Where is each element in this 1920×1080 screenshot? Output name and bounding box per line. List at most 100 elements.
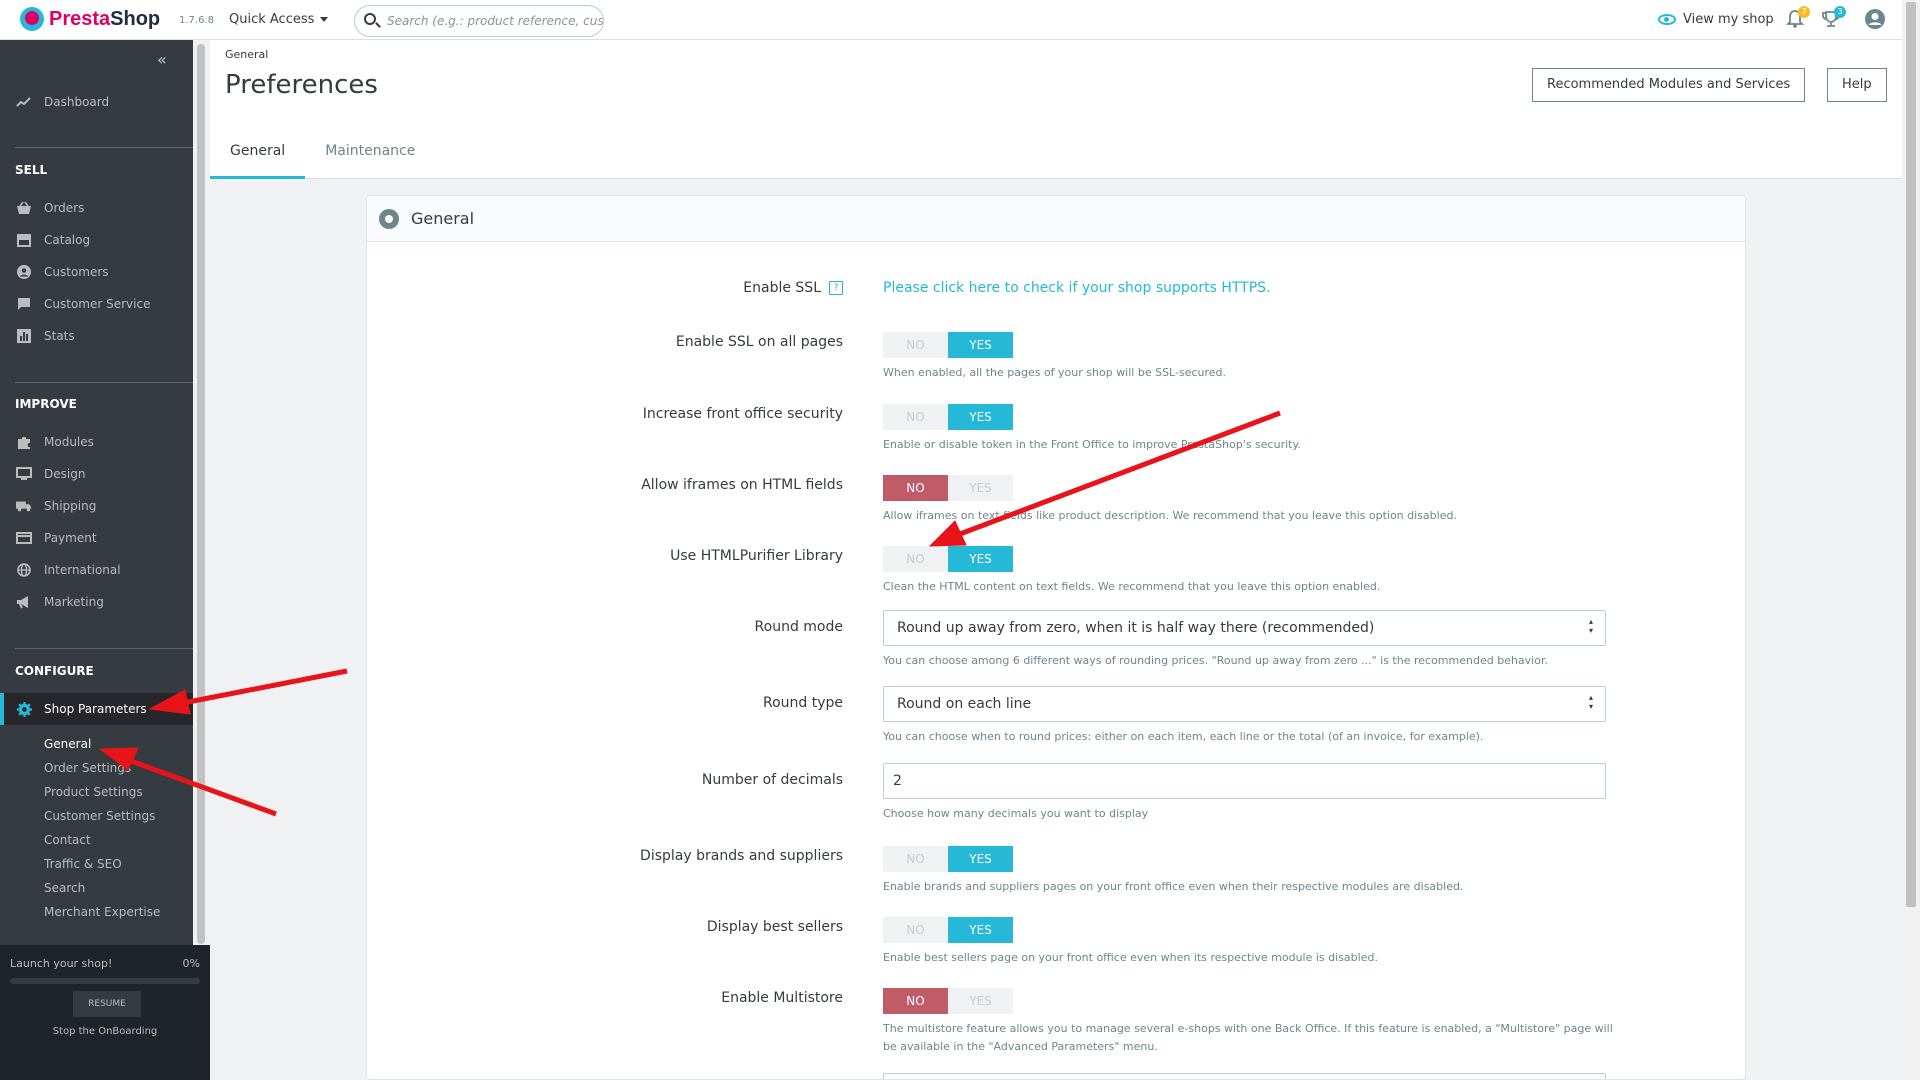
stop-onboarding-link[interactable]: Stop the OnBoarding xyxy=(0,1026,210,1037)
sidebar-item-dashboard[interactable]: Dashboard xyxy=(0,92,193,112)
desktop-icon xyxy=(16,467,32,481)
switch-yes[interactable]: YES xyxy=(948,475,1013,501)
page-scroll-thumb[interactable] xyxy=(1906,2,1916,907)
sidebar-item-shop-parameters[interactable]: Shop Parameters xyxy=(0,693,193,725)
sidebar-item-international[interactable]: International xyxy=(0,560,193,580)
search-input[interactable]: Search (e.g.: product reference, custome… xyxy=(354,5,604,37)
sidebar-item-customer-service[interactable]: Customer Service xyxy=(0,294,193,314)
help-text: You can choose among 6 different ways of… xyxy=(883,654,1548,667)
field-label: Allow iframes on HTML fields xyxy=(641,477,843,493)
caret-down-icon xyxy=(320,17,329,22)
display-best-sellers-switch[interactable]: NO YES xyxy=(883,917,1013,943)
eye-icon xyxy=(1658,14,1676,25)
top-bar: PrestaShop 1.7.6.8 Quick Access Search (… xyxy=(0,0,1902,40)
sidebar-item-modules[interactable]: Modules xyxy=(0,432,193,452)
next-field-input[interactable] xyxy=(883,1073,1606,1079)
switch-no[interactable]: NO xyxy=(883,404,948,430)
sidebar-scroll-thumb[interactable] xyxy=(197,44,205,944)
sidebar-item-design[interactable]: Design xyxy=(0,464,193,484)
notifications-bell-icon[interactable]: 7 xyxy=(1784,6,1810,30)
onboarding-title: Launch your shop! xyxy=(10,957,113,970)
subnav-customer-settings[interactable]: Customer Settings xyxy=(44,809,155,823)
section-configure: CONFIGURE xyxy=(15,664,94,678)
switch-yes[interactable]: YES xyxy=(948,332,1013,358)
resume-button[interactable]: RESUME xyxy=(73,991,141,1017)
number-of-decimals-input[interactable]: 2 xyxy=(883,763,1606,799)
globe-icon xyxy=(16,563,32,577)
sidebar-scrollbar[interactable] xyxy=(193,40,210,1080)
round-mode-select[interactable]: Round up away from zero, when it is half… xyxy=(883,610,1606,646)
field-label: Round mode xyxy=(754,619,843,635)
sidebar-item-marketing[interactable]: Marketing xyxy=(0,592,193,612)
htmlpurifier-switch[interactable]: NO YES xyxy=(883,546,1013,572)
switch-no[interactable]: NO xyxy=(883,988,948,1014)
switch-no[interactable]: NO xyxy=(883,917,948,943)
recommended-modules-button[interactable]: Recommended Modules and Services xyxy=(1532,68,1806,102)
collapse-sidebar-icon[interactable]: « xyxy=(157,50,167,69)
quick-access-label: Quick Access xyxy=(229,12,315,27)
user-account-icon[interactable] xyxy=(1864,8,1886,30)
breadcrumb[interactable]: General xyxy=(225,48,268,61)
view-my-shop-link[interactable]: View my shop xyxy=(1658,12,1774,27)
divider xyxy=(15,648,193,649)
enable-multistore-switch[interactable]: NO YES xyxy=(883,988,1013,1014)
sidebar-item-payment[interactable]: Payment xyxy=(0,528,193,548)
search-icon xyxy=(364,13,376,25)
sidebar-item-shipping[interactable]: Shipping xyxy=(0,496,193,516)
general-panel: General Enable SSL? Please click here to… xyxy=(366,195,1746,1080)
section-sell: SELL xyxy=(15,163,48,177)
page-header: General Preferences Recommended Modules … xyxy=(210,40,1902,179)
round-type-field: Round on each line You can choose when t… xyxy=(883,686,1613,746)
onboarding-percent: 0% xyxy=(182,957,200,970)
subnav-order-settings[interactable]: Order Settings xyxy=(44,761,131,775)
switch-yes[interactable]: YES xyxy=(948,546,1013,572)
prestashop-logo[interactable]: PrestaShop xyxy=(20,7,160,31)
divider xyxy=(15,147,193,148)
divider xyxy=(15,382,193,383)
switch-no[interactable]: NO xyxy=(883,546,948,572)
front-office-security-switch[interactable]: NO YES xyxy=(883,404,1013,430)
help-text: When enabled, all the pages of your shop… xyxy=(883,366,1227,379)
sidebar-item-stats[interactable]: Stats xyxy=(0,326,193,346)
field-label: Number of decimals xyxy=(701,772,843,788)
subnav-merchant-expertise[interactable]: Merchant Expertise xyxy=(44,905,160,919)
display-brands-switch[interactable]: NO YES xyxy=(883,846,1013,872)
tab-maintenance[interactable]: Maintenance xyxy=(305,125,435,179)
sidebar-item-catalog[interactable]: Catalog xyxy=(0,230,193,250)
trending-up-icon xyxy=(16,95,32,109)
allow-iframes-switch[interactable]: NO YES xyxy=(883,475,1013,501)
subnav-general[interactable]: General xyxy=(44,737,91,751)
tab-general[interactable]: General xyxy=(210,125,306,179)
customers-badge: 3 xyxy=(1834,6,1846,18)
switch-yes[interactable]: YES xyxy=(948,917,1013,943)
sidebar-item-label: Catalog xyxy=(44,233,91,247)
switch-no[interactable]: NO xyxy=(883,475,948,501)
round-type-select[interactable]: Round on each line xyxy=(883,686,1606,722)
help-button[interactable]: Help xyxy=(1827,68,1887,102)
switch-yes[interactable]: YES xyxy=(948,988,1013,1014)
sidebar-item-label: Orders xyxy=(44,201,85,215)
sidebar-item-customers[interactable]: Customers xyxy=(0,262,193,282)
switch-no[interactable]: NO xyxy=(883,332,948,358)
bestsellers-field: NO YES Enable best sellers page on your f… xyxy=(883,917,1613,967)
subnav-product-settings[interactable]: Product Settings xyxy=(44,785,143,799)
ssl-all-pages-switch[interactable]: NO YES xyxy=(883,332,1013,358)
switch-yes[interactable]: YES xyxy=(948,404,1013,430)
account-circle-icon xyxy=(16,265,32,279)
subnav-contact[interactable]: Contact xyxy=(44,833,91,847)
check-https-link[interactable]: Please click here to check if your shop … xyxy=(883,280,1270,296)
sidebar-item-label: Modules xyxy=(44,435,94,449)
sidebar-item-orders[interactable]: Orders xyxy=(0,198,193,218)
subnav-traffic-seo[interactable]: Traffic & SEO xyxy=(44,857,122,871)
trophy-icon[interactable]: 3 xyxy=(1820,6,1846,30)
iframes-field: NO YES Allow iframes on text fields like … xyxy=(883,475,1613,525)
switch-yes[interactable]: YES xyxy=(948,846,1013,872)
help-text: You can choose when to round prices: eit… xyxy=(883,730,1484,743)
help-question-icon[interactable]: ? xyxy=(829,281,843,295)
field-label: Use HTMLPurifier Library xyxy=(670,548,843,564)
page-scrollbar[interactable] xyxy=(1902,0,1920,1080)
switch-no[interactable]: NO xyxy=(883,846,948,872)
page-title: Preferences xyxy=(225,70,378,100)
subnav-search[interactable]: Search xyxy=(44,881,85,895)
quick-access-dropdown[interactable]: Quick Access xyxy=(229,12,329,27)
